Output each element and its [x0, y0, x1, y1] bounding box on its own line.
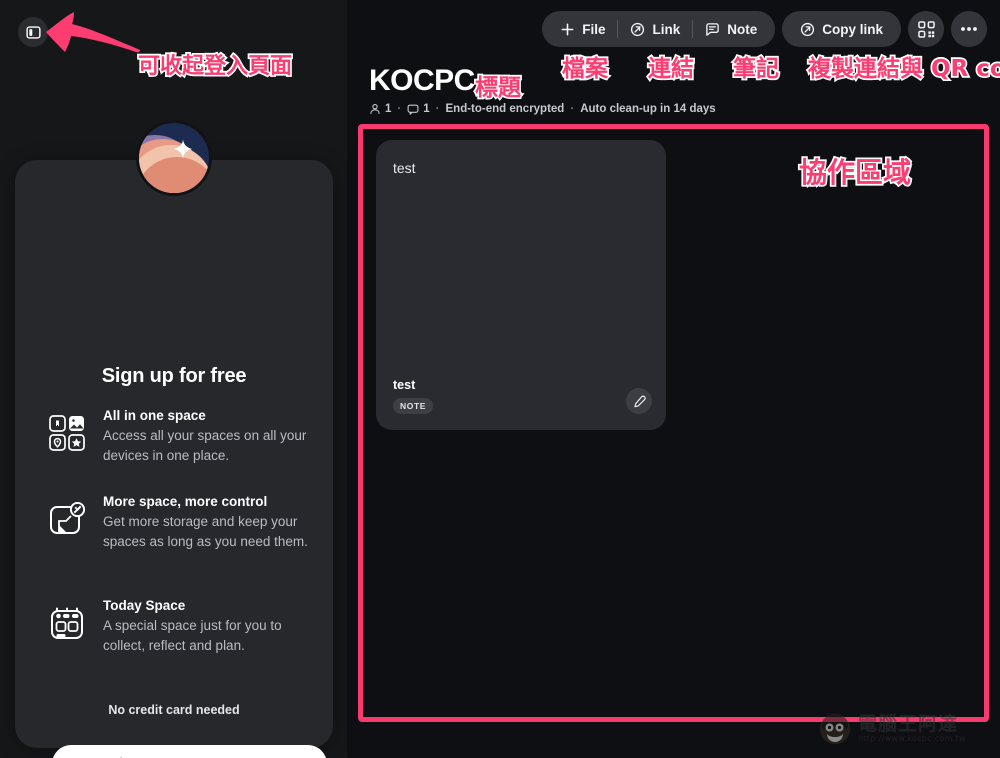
watermark-url: http://www.kocpc.com.tw — [858, 734, 966, 744]
link-icon — [630, 22, 645, 37]
more-options-button[interactable] — [951, 11, 987, 47]
annotation-file: 檔案 — [560, 54, 609, 83]
comment-icon — [407, 103, 419, 115]
note-card-title: test — [393, 378, 416, 392]
feature-heading: More space, more control — [103, 494, 268, 509]
annotation-note: 筆記 — [731, 54, 780, 83]
meta-separator: · — [397, 103, 402, 115]
grid-collection-icon — [47, 413, 87, 453]
feature-all-in-one-space: All in one space Access all your spaces … — [47, 408, 319, 465]
add-link-button[interactable]: Link — [618, 14, 692, 44]
today-space-icon — [47, 603, 87, 643]
note-card-preview-text: test — [393, 160, 416, 176]
sidebar-toggle-icon — [25, 25, 41, 39]
copy-link-label: Copy link — [822, 21, 883, 37]
qr-code-icon — [917, 20, 935, 38]
comments-count: 1 — [407, 103, 430, 115]
feature-body: A special space just for you to collect,… — [103, 618, 282, 653]
link-icon — [800, 22, 815, 37]
pencil-edit-icon — [633, 395, 646, 408]
qr-code-button[interactable] — [908, 11, 944, 47]
signup-card: Sign up for free All in one space Access… — [15, 160, 333, 758]
plus-icon — [560, 22, 575, 37]
feature-body: Get more storage and keep your spaces as… — [103, 514, 308, 549]
annotation-collab-area: 協作區域 — [797, 154, 912, 190]
members-count: 1 — [369, 103, 391, 115]
space-avatar — [135, 120, 212, 196]
space-metadata: 1 · 1 · End-to-end encrypted · Auto clea… — [369, 103, 716, 115]
note-edit-button[interactable] — [626, 388, 652, 414]
person-icon — [369, 103, 381, 115]
site-watermark: 電腦王阿達 http://www.kocpc.com.tw — [818, 712, 966, 746]
annotation-sidebar-collapse: 可收起登入頁面 — [136, 52, 293, 80]
login-sidebar: Sign up for free All in one space Access… — [0, 0, 347, 758]
add-note-button[interactable]: Note — [693, 14, 769, 44]
add-file-label: File — [582, 21, 606, 37]
feature-heading: Today Space — [103, 598, 186, 613]
space-toolbar: File Link Note Copy link — [542, 11, 987, 47]
cleanup-status: Auto clean-up in 14 days — [580, 103, 716, 115]
annotation-link: 連結 — [646, 54, 695, 83]
annotation-copy-link-qr: 複製連結與 QR code — [806, 54, 1000, 83]
kocpc-face-logo-icon — [818, 712, 852, 746]
more-horizontal-icon — [960, 26, 978, 32]
watermark-text: 電腦王阿達 http://www.kocpc.com.tw — [858, 712, 966, 744]
feature-more-space-more-control: More space, more control Get more storag… — [47, 494, 319, 551]
storage-no-expiry-icon — [47, 499, 87, 539]
add-link-label: Link — [652, 21, 681, 37]
page-title: KOCPC — [369, 64, 475, 97]
continue-with-apple-button[interactable]: Continue with Apple — [52, 745, 327, 758]
collaboration-area: test test NOTE — [358, 124, 989, 722]
note-card-type-badge: NOTE — [393, 398, 434, 414]
feature-heading: All in one space — [103, 408, 206, 423]
no-credit-card-label: No credit card needed — [108, 703, 240, 717]
meta-separator: · — [435, 103, 440, 115]
watermark-site-name: 電腦王阿達 — [858, 712, 959, 735]
pink-arrow-icon — [44, 10, 144, 62]
meta-separator: · — [570, 103, 575, 115]
note-card-footer: test NOTE — [393, 378, 652, 414]
feature-body: Access all your spaces on all your devic… — [103, 428, 307, 463]
note-card[interactable]: test test NOTE — [376, 140, 666, 430]
members-count-value: 1 — [385, 103, 392, 115]
annotation-title: 標題 — [473, 73, 522, 102]
note-icon — [705, 22, 720, 37]
copy-link-button[interactable]: Copy link — [788, 14, 895, 44]
space-main-panel: File Link Note Copy link KOCPC 1 · 1 · E… — [347, 0, 1000, 758]
comments-count-value: 1 — [423, 103, 430, 115]
feature-today-space: Today Space A special space just for you… — [47, 598, 319, 655]
sparkle-icon — [173, 139, 193, 159]
app-window: Sign up for free All in one space Access… — [0, 0, 1000, 758]
signup-title: Sign up for free — [101, 365, 247, 387]
add-note-label: Note — [727, 21, 758, 37]
add-file-button[interactable]: File — [548, 14, 617, 44]
create-actions-group: File Link Note — [542, 11, 776, 47]
encryption-status: End-to-end encrypted — [445, 103, 565, 115]
copy-link-group: Copy link — [782, 11, 901, 47]
